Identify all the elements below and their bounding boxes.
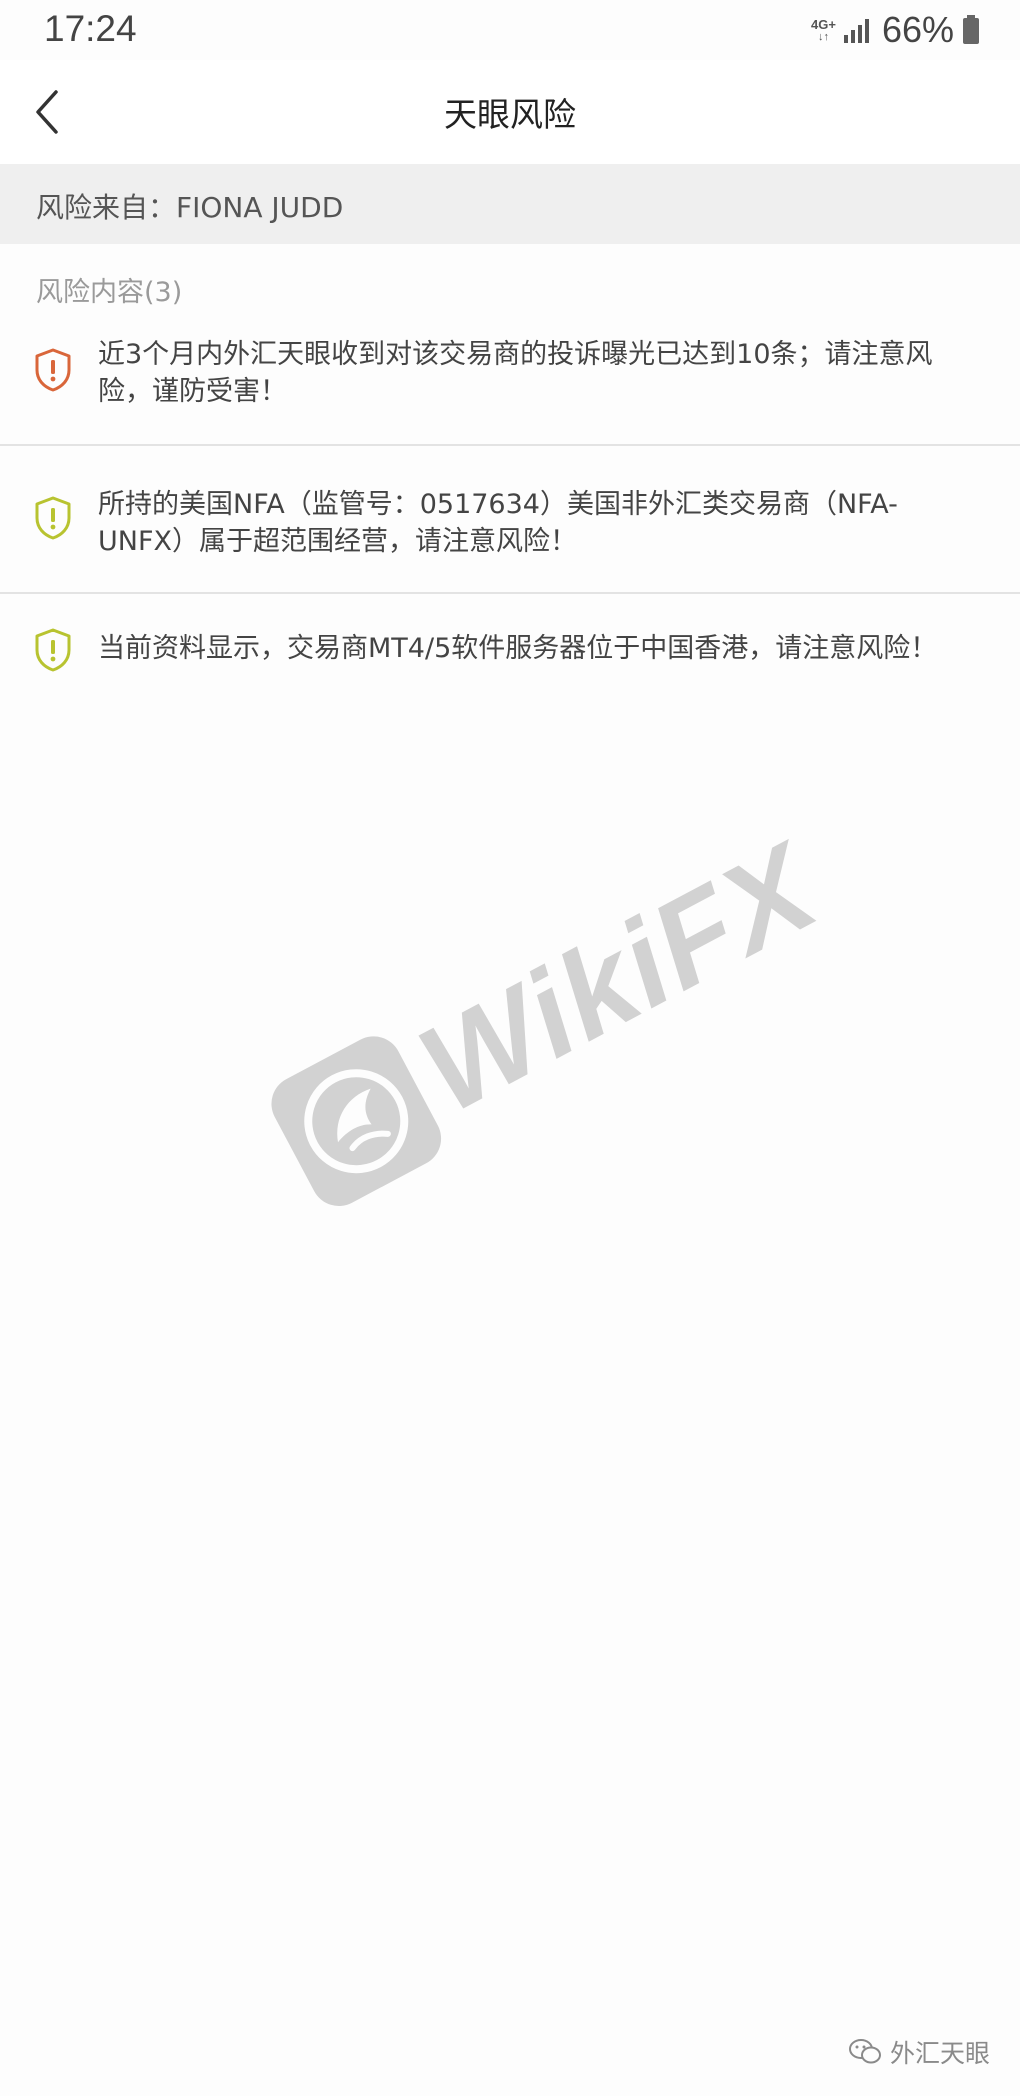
page-title: 天眼风险	[444, 95, 576, 134]
account-name: 外汇天眼	[889, 2039, 990, 2068]
risk-item: 所持的美国NFA（监管号：0517634）美国非外汇类交易商（NFA-UNFX）…	[0, 446, 1020, 594]
risk-item-text: 当前资料显示，交易商MT4/5软件服务器位于中国香港，请注意风险！	[98, 633, 938, 664]
risk-item: 当前资料显示，交易商MT4/5软件服务器位于中国香港，请注意风险！	[0, 594, 1020, 694]
shield-alert-icon	[35, 496, 71, 540]
status-time: 17:24	[44, 8, 137, 49]
watermark-text: WikiFX	[398, 818, 838, 1140]
watermark: WikiFX	[197, 764, 843, 1335]
network-type-label: 4G+	[811, 16, 836, 32]
account-badge: 外汇天眼	[848, 2034, 990, 2070]
wechat-icon	[848, 2039, 881, 2064]
network-type-indicator: 4G+ ↓↑	[811, 18, 836, 43]
status-indicators: 4G+ ↓↑ 66%	[811, 9, 980, 50]
network-activity-icon: ↓↑	[817, 30, 829, 43]
risk-item-text: 近3个月内外汇天眼收到对该交易商的投诉曝光已达到10条；请注意风险，谨防受害！	[98, 339, 933, 407]
navigation-bar: 天眼风险	[0, 60, 1020, 164]
risk-source-text: 风险来自：FIONA JUDD	[36, 191, 344, 224]
shield-alert-icon	[35, 348, 71, 392]
risk-source-banner: 风险来自：FIONA JUDD	[0, 164, 1020, 244]
risk-item: 近3个月内外汇天眼收到对该交易商的投诉曝光已达到10条；请注意风险，谨防受害！	[0, 318, 1020, 446]
status-bar: 17:24 4G+ ↓↑ 66%	[0, 0, 1020, 60]
shield-alert-icon	[35, 628, 71, 672]
battery-icon	[963, 15, 979, 44]
signal-icon	[843, 19, 869, 43]
risk-content-heading: 风险内容(3)	[36, 277, 183, 308]
risk-item-text: 所持的美国NFA（监管号：0517634）美国非外汇类交易商（NFA-UNFX）…	[98, 489, 898, 557]
battery-percent: 66%	[881, 9, 954, 50]
